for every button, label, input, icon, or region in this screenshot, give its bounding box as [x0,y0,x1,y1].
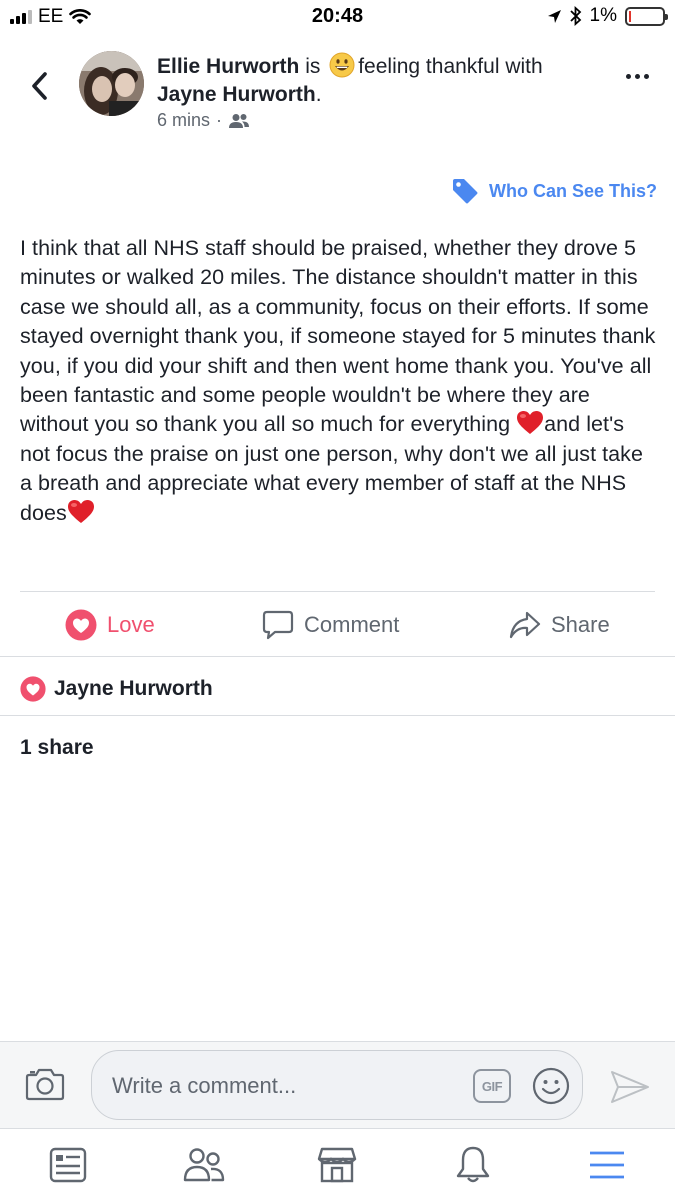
emoji-button[interactable] [532,1067,570,1110]
bell-icon [456,1146,490,1183]
smiley-icon [532,1067,570,1105]
tab-menu[interactable] [583,1143,631,1187]
share-button[interactable]: Share [509,596,610,654]
tab-news-feed[interactable] [44,1143,92,1187]
love-button[interactable]: Love [65,596,155,654]
shares-count[interactable]: 1 share [20,736,94,760]
camera-button[interactable] [25,1066,65,1107]
marketplace-icon [317,1147,357,1183]
more-options-button[interactable] [626,74,649,79]
tab-marketplace[interactable] [313,1143,361,1187]
share-icon [509,611,541,639]
tab-friends[interactable] [180,1143,228,1187]
comment-icon [262,610,294,640]
red-heart-emoji-icon [67,499,94,523]
bluetooth-icon [569,6,581,26]
send-icon [611,1071,649,1103]
bottom-tab-bar [0,1128,675,1200]
privacy-link[interactable]: Who Can See This? [451,178,657,204]
send-button[interactable] [610,1070,650,1109]
comment-button[interactable]: Comment [262,596,399,654]
love-label: Love [107,612,155,637]
love-reaction-icon [20,676,46,702]
status-bar: EE 20:48 1% [0,0,675,34]
friends-icon [183,1148,225,1182]
author-name[interactable]: Ellie Hurworth [157,55,299,78]
connector-text: is [305,55,321,78]
comment-label: Comment [304,612,400,637]
tagged-suffix: . [315,83,322,106]
comment-field[interactable]: GIF [91,1050,583,1120]
tagged-name[interactable]: Jayne Hurworth [157,83,316,106]
gif-button[interactable]: GIF [473,1069,511,1103]
divider [0,656,675,657]
divider [20,591,655,592]
meta-separator: · [216,110,223,130]
timestamp[interactable]: 6 mins [157,110,210,131]
battery-percent: 1% [589,5,617,26]
location-arrow-icon [547,9,561,23]
avatar[interactable] [79,51,144,116]
chevron-left-icon [32,72,47,100]
tab-notifications[interactable] [449,1143,497,1187]
hamburger-menu-icon [590,1151,624,1179]
back-button[interactable] [24,68,54,104]
gif-label: GIF [481,1078,503,1094]
reactor-name: Jayne Hurworth [54,677,213,700]
red-heart-emoji-icon [517,411,544,435]
camera-icon [25,1068,65,1101]
comment-input[interactable] [112,1071,452,1101]
action-bar: Love Comment Share [0,596,675,654]
reactions-summary[interactable]: Jayne Hurworth [20,676,213,702]
privacy-link-label: Who Can See This? [488,180,657,201]
news-feed-icon [49,1147,87,1183]
divider [0,715,675,716]
love-reaction-icon [65,609,97,641]
post-header: Ellie Hurworth is feeling thankful with … [157,52,597,109]
post-meta: 6 mins · [157,110,250,131]
tag-icon [452,179,478,204]
grinning-emoji-icon [329,52,355,78]
post-body: I think that all NHS staff should be pra… [20,234,660,528]
friends-audience-icon[interactable] [228,113,250,129]
post-text-part1: I think that all NHS staff should be pra… [20,236,656,437]
battery-icon [625,6,668,26]
comment-composer: GIF [0,1041,675,1128]
feeling-text: feeling thankful with [358,55,543,78]
share-label: Share [551,612,610,637]
